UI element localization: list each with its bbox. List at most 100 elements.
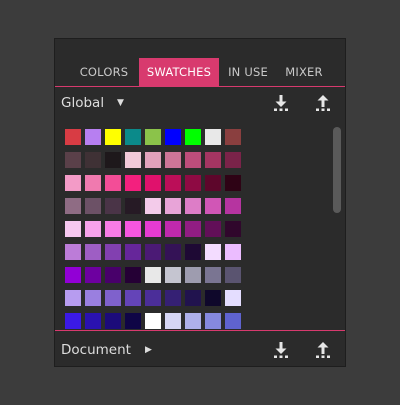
color-swatch[interactable]: [105, 290, 121, 306]
color-swatch[interactable]: [105, 175, 121, 191]
color-swatch[interactable]: [125, 267, 141, 283]
color-swatch[interactable]: [165, 175, 181, 191]
color-swatch[interactable]: [125, 175, 141, 191]
color-swatch[interactable]: [205, 221, 221, 237]
color-swatch[interactable]: [125, 290, 141, 306]
download-icon[interactable]: [271, 340, 291, 360]
upload-icon[interactable]: [313, 93, 333, 113]
color-swatch[interactable]: [85, 198, 101, 214]
color-swatch[interactable]: [145, 244, 161, 260]
color-swatch[interactable]: [65, 129, 81, 145]
global-dropdown-icon[interactable]: ▼: [117, 89, 124, 117]
color-swatch[interactable]: [225, 290, 241, 306]
color-swatch[interactable]: [225, 267, 241, 283]
color-swatch[interactable]: [125, 221, 141, 237]
color-swatch[interactable]: [65, 313, 81, 329]
color-swatch[interactable]: [65, 267, 81, 283]
color-swatch[interactable]: [225, 129, 241, 145]
tab-swatches[interactable]: SWATCHES: [139, 58, 219, 86]
color-swatch[interactable]: [125, 313, 141, 329]
document-expand-icon[interactable]: ▶: [145, 336, 152, 364]
color-swatch[interactable]: [105, 152, 121, 168]
color-swatch[interactable]: [85, 221, 101, 237]
swatches-panel: COLORS SWATCHES IN USE MIXER Global ▼ Do…: [54, 38, 346, 367]
color-swatch[interactable]: [105, 198, 121, 214]
color-swatch[interactable]: [185, 244, 201, 260]
color-swatch[interactable]: [165, 129, 181, 145]
color-swatch[interactable]: [125, 152, 141, 168]
color-swatch[interactable]: [225, 198, 241, 214]
color-swatch[interactable]: [65, 175, 81, 191]
document-row: Document ▶: [55, 336, 345, 364]
color-swatch[interactable]: [65, 221, 81, 237]
color-swatch[interactable]: [65, 152, 81, 168]
color-swatch[interactable]: [65, 290, 81, 306]
color-swatch[interactable]: [105, 129, 121, 145]
color-swatch[interactable]: [145, 152, 161, 168]
color-swatch[interactable]: [225, 152, 241, 168]
color-swatch[interactable]: [145, 290, 161, 306]
color-swatch[interactable]: [165, 244, 181, 260]
color-swatch[interactable]: [185, 221, 201, 237]
color-swatch[interactable]: [65, 244, 81, 260]
color-swatch[interactable]: [105, 221, 121, 237]
color-swatch[interactable]: [85, 267, 101, 283]
color-swatch[interactable]: [185, 267, 201, 283]
color-swatch[interactable]: [145, 198, 161, 214]
color-swatch[interactable]: [105, 267, 121, 283]
color-swatch[interactable]: [125, 244, 141, 260]
color-swatch[interactable]: [145, 175, 161, 191]
color-swatch[interactable]: [225, 313, 241, 329]
color-swatch[interactable]: [145, 267, 161, 283]
tab-mixer[interactable]: MIXER: [279, 58, 329, 86]
color-swatch[interactable]: [85, 175, 101, 191]
color-swatch[interactable]: [145, 129, 161, 145]
tab-in-use[interactable]: IN USE: [223, 58, 273, 86]
color-swatch[interactable]: [205, 198, 221, 214]
color-swatch[interactable]: [105, 313, 121, 329]
document-label: Document: [61, 342, 131, 358]
color-swatch[interactable]: [165, 221, 181, 237]
color-swatch[interactable]: [125, 129, 141, 145]
global-row: Global ▼: [55, 89, 345, 117]
color-swatch[interactable]: [185, 129, 201, 145]
color-swatch[interactable]: [225, 221, 241, 237]
color-swatch[interactable]: [165, 267, 181, 283]
color-swatch[interactable]: [205, 267, 221, 283]
color-swatch[interactable]: [165, 152, 181, 168]
color-swatch[interactable]: [225, 244, 241, 260]
color-swatch[interactable]: [85, 129, 101, 145]
color-swatch[interactable]: [185, 198, 201, 214]
color-swatch[interactable]: [205, 290, 221, 306]
color-swatch[interactable]: [185, 313, 201, 329]
color-swatch[interactable]: [145, 313, 161, 329]
color-swatch[interactable]: [205, 175, 221, 191]
color-swatch[interactable]: [185, 290, 201, 306]
swatch-grid: [65, 129, 241, 329]
swatch-grid-area: [55, 123, 345, 331]
color-swatch[interactable]: [85, 290, 101, 306]
color-swatch[interactable]: [85, 313, 101, 329]
color-swatch[interactable]: [105, 244, 121, 260]
tab-bar: COLORS SWATCHES IN USE MIXER: [55, 58, 345, 87]
global-label: Global: [61, 95, 105, 111]
color-swatch[interactable]: [145, 221, 161, 237]
color-swatch[interactable]: [65, 198, 81, 214]
color-swatch[interactable]: [165, 290, 181, 306]
color-swatch[interactable]: [205, 152, 221, 168]
upload-icon[interactable]: [313, 340, 333, 360]
tab-colors[interactable]: COLORS: [71, 58, 137, 86]
color-swatch[interactable]: [85, 244, 101, 260]
color-swatch[interactable]: [225, 175, 241, 191]
download-icon[interactable]: [271, 93, 291, 113]
color-swatch[interactable]: [205, 129, 221, 145]
color-swatch[interactable]: [205, 313, 221, 329]
color-swatch[interactable]: [85, 152, 101, 168]
color-swatch[interactable]: [125, 198, 141, 214]
vertical-scrollbar[interactable]: [333, 127, 341, 213]
color-swatch[interactable]: [205, 244, 221, 260]
color-swatch[interactable]: [165, 313, 181, 329]
color-swatch[interactable]: [165, 198, 181, 214]
color-swatch[interactable]: [185, 175, 201, 191]
color-swatch[interactable]: [185, 152, 201, 168]
